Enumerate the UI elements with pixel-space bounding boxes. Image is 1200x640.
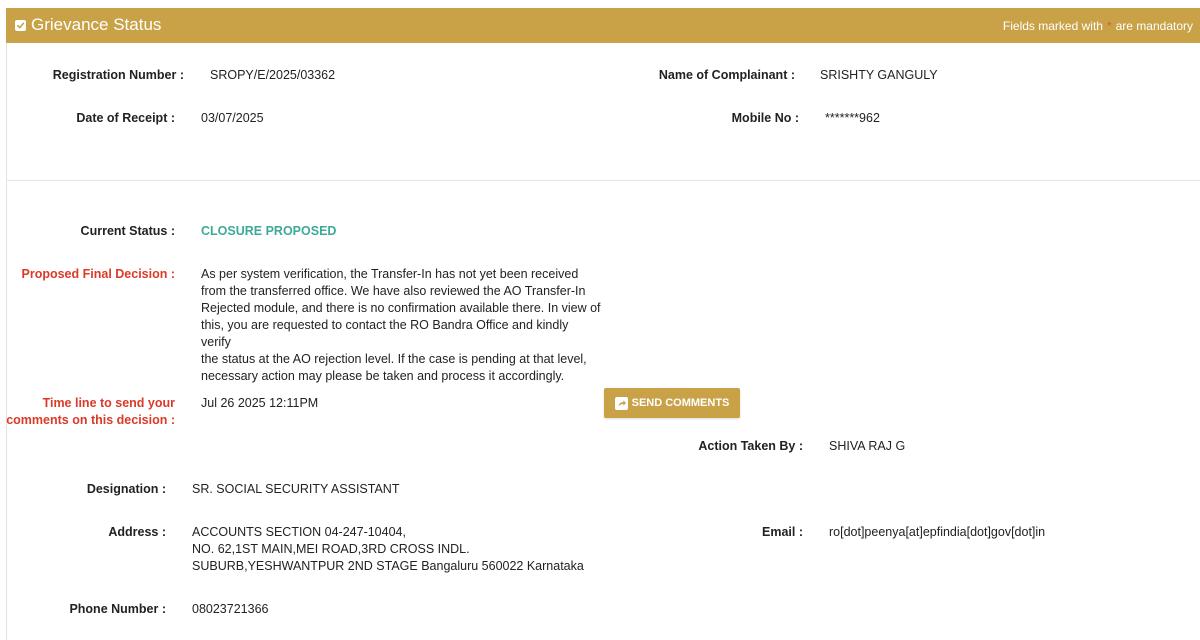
timeline-value: Jul 26 2025 12:11PM	[201, 396, 319, 410]
proposed-decision-label: Proposed Final Decision :	[21, 267, 176, 281]
phone-number-value: 08023721366	[192, 602, 269, 616]
designation-label: Designation :	[86, 482, 166, 496]
share-icon	[614, 396, 628, 410]
registration-number-label: Registration Number :	[52, 68, 184, 82]
send-comments-button[interactable]: SEND COMMENTS	[604, 388, 740, 418]
panel-title-text: Grievance Status	[31, 15, 162, 34]
mandatory-note: Fields marked with * are mandatory	[1003, 19, 1193, 33]
mandatory-prefix: Fields marked with	[1002, 19, 1103, 33]
proposed-decision-text: As per system verification, the Transfer…	[201, 267, 601, 383]
current-status-label: Current Status :	[80, 224, 175, 238]
date-of-receipt-label: Date of Receipt :	[76, 111, 175, 125]
phone-number-label: Phone Number :	[69, 602, 166, 616]
mobile-no-label: Mobile No :	[731, 111, 799, 125]
complainant-name-value: SRISHTY GANGULY	[820, 68, 938, 82]
designation-value: SR. SOCIAL SECURITY ASSISTANT	[192, 482, 400, 496]
grievance-status-page: Grievance Status Fields marked with * ar…	[0, 0, 1200, 640]
panel-title: Grievance Status	[15, 15, 161, 35]
complainant-name-label: Name of Complainant :	[658, 68, 795, 82]
registration-number-value: SROPY/E/2025/03362	[210, 68, 336, 82]
address-label: Address :	[108, 525, 166, 539]
email-label: Email :	[762, 525, 803, 539]
email-value: ro[dot]peenya[at]epfindia[dot]gov[dot]in	[829, 525, 1046, 539]
checkbox-icon	[15, 19, 26, 31]
section-divider	[6, 180, 1200, 181]
action-taken-by-value: SHIVA RAJ G	[829, 439, 906, 453]
status-badge: CLOSURE PROPOSED	[201, 224, 337, 238]
mandatory-suffix: are mandatory	[1115, 19, 1193, 33]
required-star: *	[1106, 19, 1112, 33]
timeline-label: Time line to send your comments on this …	[6, 396, 175, 427]
send-comments-label: SEND COMMENTS	[631, 397, 730, 409]
address-value: ACCOUNTS SECTION 04-247-10404, NO. 62,1S…	[192, 525, 584, 573]
action-taken-by-label: Action Taken By :	[698, 439, 803, 453]
panel-header: Grievance Status Fields marked with * ar…	[6, 8, 1200, 43]
mobile-no-value: *******962	[825, 111, 880, 125]
date-of-receipt-value: 03/07/2025	[201, 111, 264, 125]
